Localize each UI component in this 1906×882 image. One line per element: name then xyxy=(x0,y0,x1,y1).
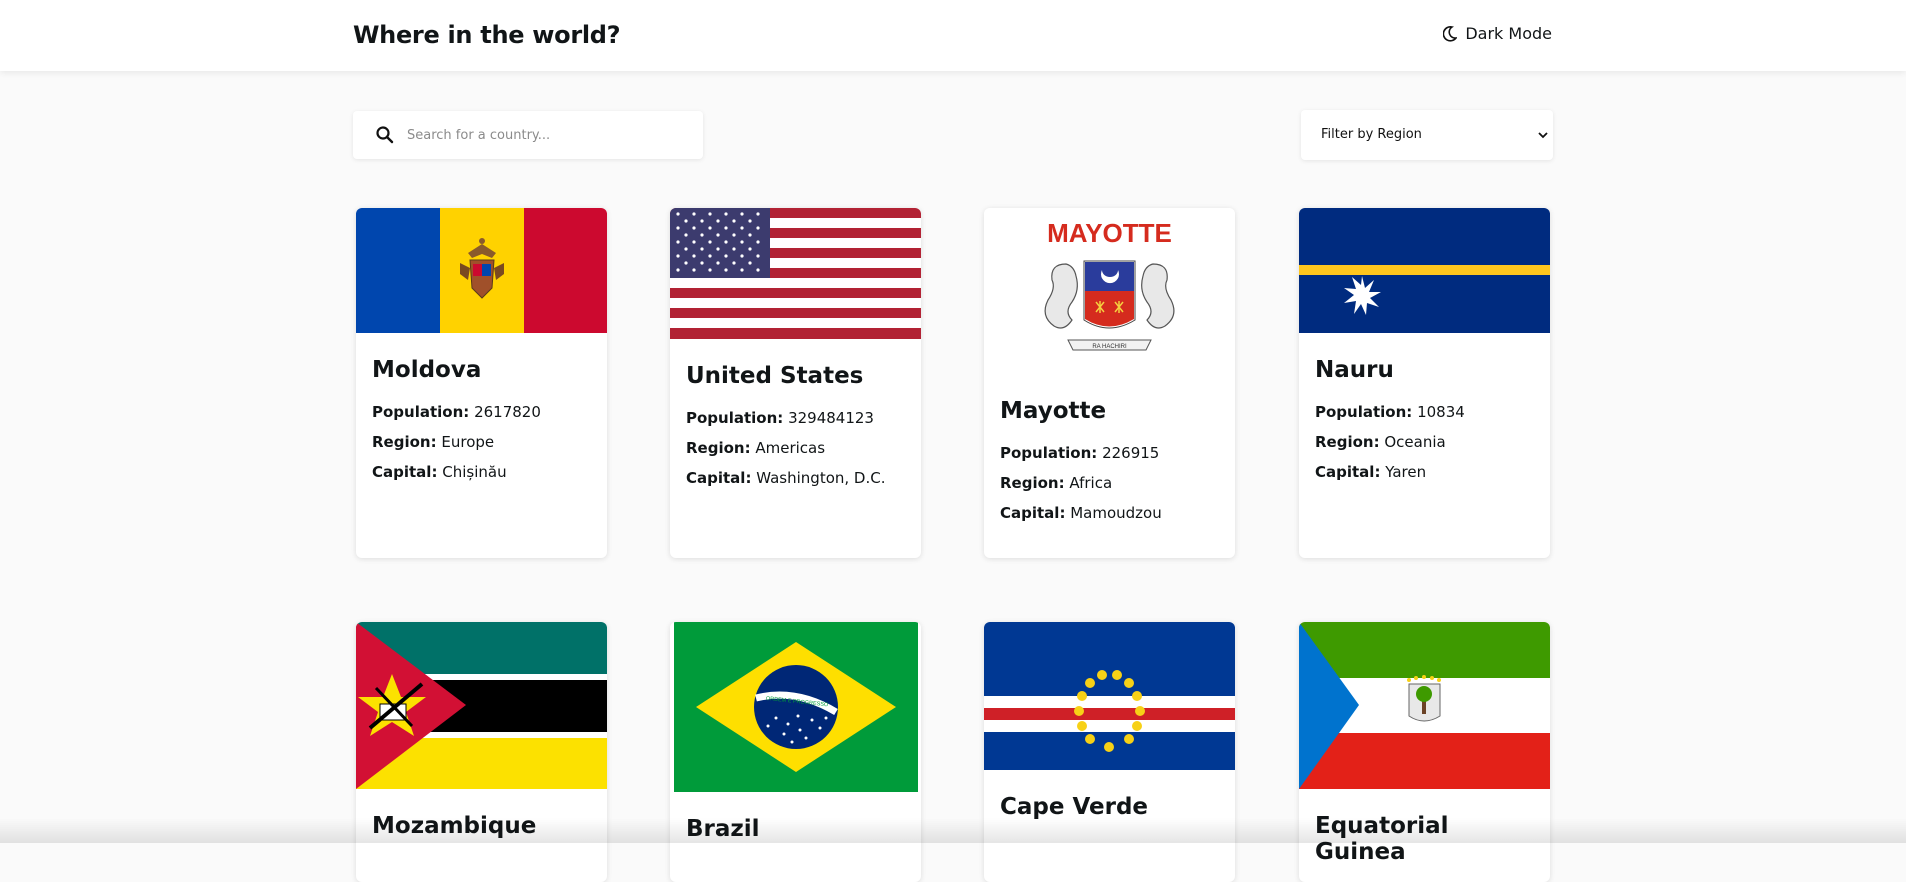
region-row: Region: Africa xyxy=(1000,468,1219,498)
header-bar: Where in the world? Dark Mode xyxy=(0,0,1906,71)
region-filter-label: Filter by Region xyxy=(1321,127,1422,142)
country-name: United States xyxy=(686,363,864,389)
population-value: 10834 xyxy=(1417,403,1465,421)
flag-mayotte: MAYOTTE RA HACHIRI xyxy=(984,208,1235,374)
region-filter-select[interactable]: Filter by Region xyxy=(1301,110,1553,160)
region-row: Region: Europe xyxy=(372,427,591,457)
region-value: Oceania xyxy=(1384,433,1446,451)
card-body: United States Population: 329484123 Regi… xyxy=(670,339,921,493)
capital-value: Chișinău xyxy=(442,463,507,481)
region-label: Region: xyxy=(1000,474,1065,492)
country-name: Cape Verde xyxy=(1000,794,1149,820)
region-row: Region: Americas xyxy=(686,433,905,463)
capital-value: Mamoudzou xyxy=(1070,504,1162,522)
flag-moldova xyxy=(356,208,607,333)
chevron-down-icon xyxy=(1538,132,1548,139)
search-box[interactable] xyxy=(353,111,703,159)
country-card[interactable]: United States Population: 329484123 Regi… xyxy=(670,208,921,558)
country-name: Mozambique xyxy=(372,813,537,839)
country-name: Mayotte xyxy=(1000,398,1107,424)
flag-brazil: ORDEM E PROGRESSO xyxy=(670,622,921,792)
country-name: Moldova xyxy=(372,357,482,383)
capital-row: Capital: Mamoudzou xyxy=(1000,498,1219,528)
population-row: Population: 226915 xyxy=(1000,438,1219,468)
country-card[interactable]: ORDEM E PROGRESSO Brazil xyxy=(670,622,921,882)
bottom-shadow xyxy=(0,818,1906,843)
country-card[interactable]: Moldova Population: 2617820 Region: Euro… xyxy=(356,208,607,558)
search-input[interactable] xyxy=(407,111,687,159)
flag-united-states xyxy=(670,208,921,339)
country-card[interactable]: Cape Verde xyxy=(984,622,1235,882)
region-value: Americas xyxy=(755,439,826,457)
card-body: Nauru Population: 10834 Region: Oceania … xyxy=(1299,333,1550,487)
country-card[interactable]: Mozambique xyxy=(356,622,607,882)
capital-label: Capital: xyxy=(686,469,752,487)
search-icon xyxy=(376,126,394,144)
capital-label: Capital: xyxy=(1315,463,1381,481)
capital-row: Capital: Yaren xyxy=(1315,457,1534,487)
flag-mayotte-text: MAYOTTE xyxy=(1047,218,1172,248)
moon-icon xyxy=(1443,25,1458,42)
region-label: Region: xyxy=(686,439,751,457)
country-card[interactable]: Equatorial Guinea xyxy=(1299,622,1550,882)
country-name: Nauru xyxy=(1315,357,1394,383)
country-name: Brazil xyxy=(686,816,760,842)
flag-cape-verde xyxy=(984,622,1235,770)
country-card[interactable]: MAYOTTE RA HACHIRI Mayotte Population: 2… xyxy=(984,208,1235,558)
population-value: 329484123 xyxy=(788,409,874,427)
population-row: Population: 2617820 xyxy=(372,397,591,427)
region-label: Region: xyxy=(372,433,437,451)
region-value: Africa xyxy=(1069,474,1113,492)
capital-value: Washington, D.C. xyxy=(756,469,886,487)
population-label: Population: xyxy=(686,409,784,427)
card-body: Equatorial Guinea xyxy=(1299,789,1550,865)
population-label: Population: xyxy=(1000,444,1098,462)
region-value: Europe xyxy=(441,433,495,451)
country-card[interactable]: Nauru Population: 10834 Region: Oceania … xyxy=(1299,208,1550,558)
card-body: Brazil xyxy=(670,792,921,842)
population-label: Population: xyxy=(1315,403,1413,421)
capital-label: Capital: xyxy=(372,463,438,481)
population-row: Population: 10834 xyxy=(1315,397,1534,427)
capital-label: Capital: xyxy=(1000,504,1066,522)
population-row: Population: 329484123 xyxy=(686,403,905,433)
flag-nauru xyxy=(1299,208,1550,333)
card-body: Cape Verde xyxy=(984,770,1235,820)
flag-mayotte-motto: RA HACHIRI xyxy=(1092,344,1127,350)
capital-row: Capital: Chișinău xyxy=(372,457,591,487)
app-title: Where in the world? xyxy=(353,21,621,49)
dark-mode-label: Dark Mode xyxy=(1465,24,1552,43)
population-value: 2617820 xyxy=(474,403,541,421)
population-label: Population: xyxy=(372,403,470,421)
population-value: 226915 xyxy=(1102,444,1160,462)
flag-equatorial-guinea xyxy=(1299,622,1550,789)
capital-row: Capital: Washington, D.C. xyxy=(686,463,905,493)
capital-value: Yaren xyxy=(1385,463,1427,481)
card-body: Mozambique xyxy=(356,789,607,839)
region-row: Region: Oceania xyxy=(1315,427,1534,457)
card-body: Moldova Population: 2617820 Region: Euro… xyxy=(356,333,607,487)
region-label: Region: xyxy=(1315,433,1380,451)
card-body: Mayotte Population: 226915 Region: Afric… xyxy=(984,374,1235,528)
dark-mode-toggle[interactable]: Dark Mode xyxy=(1443,24,1552,43)
flag-mozambique xyxy=(356,622,607,789)
country-name: Equatorial Guinea xyxy=(1315,813,1449,865)
